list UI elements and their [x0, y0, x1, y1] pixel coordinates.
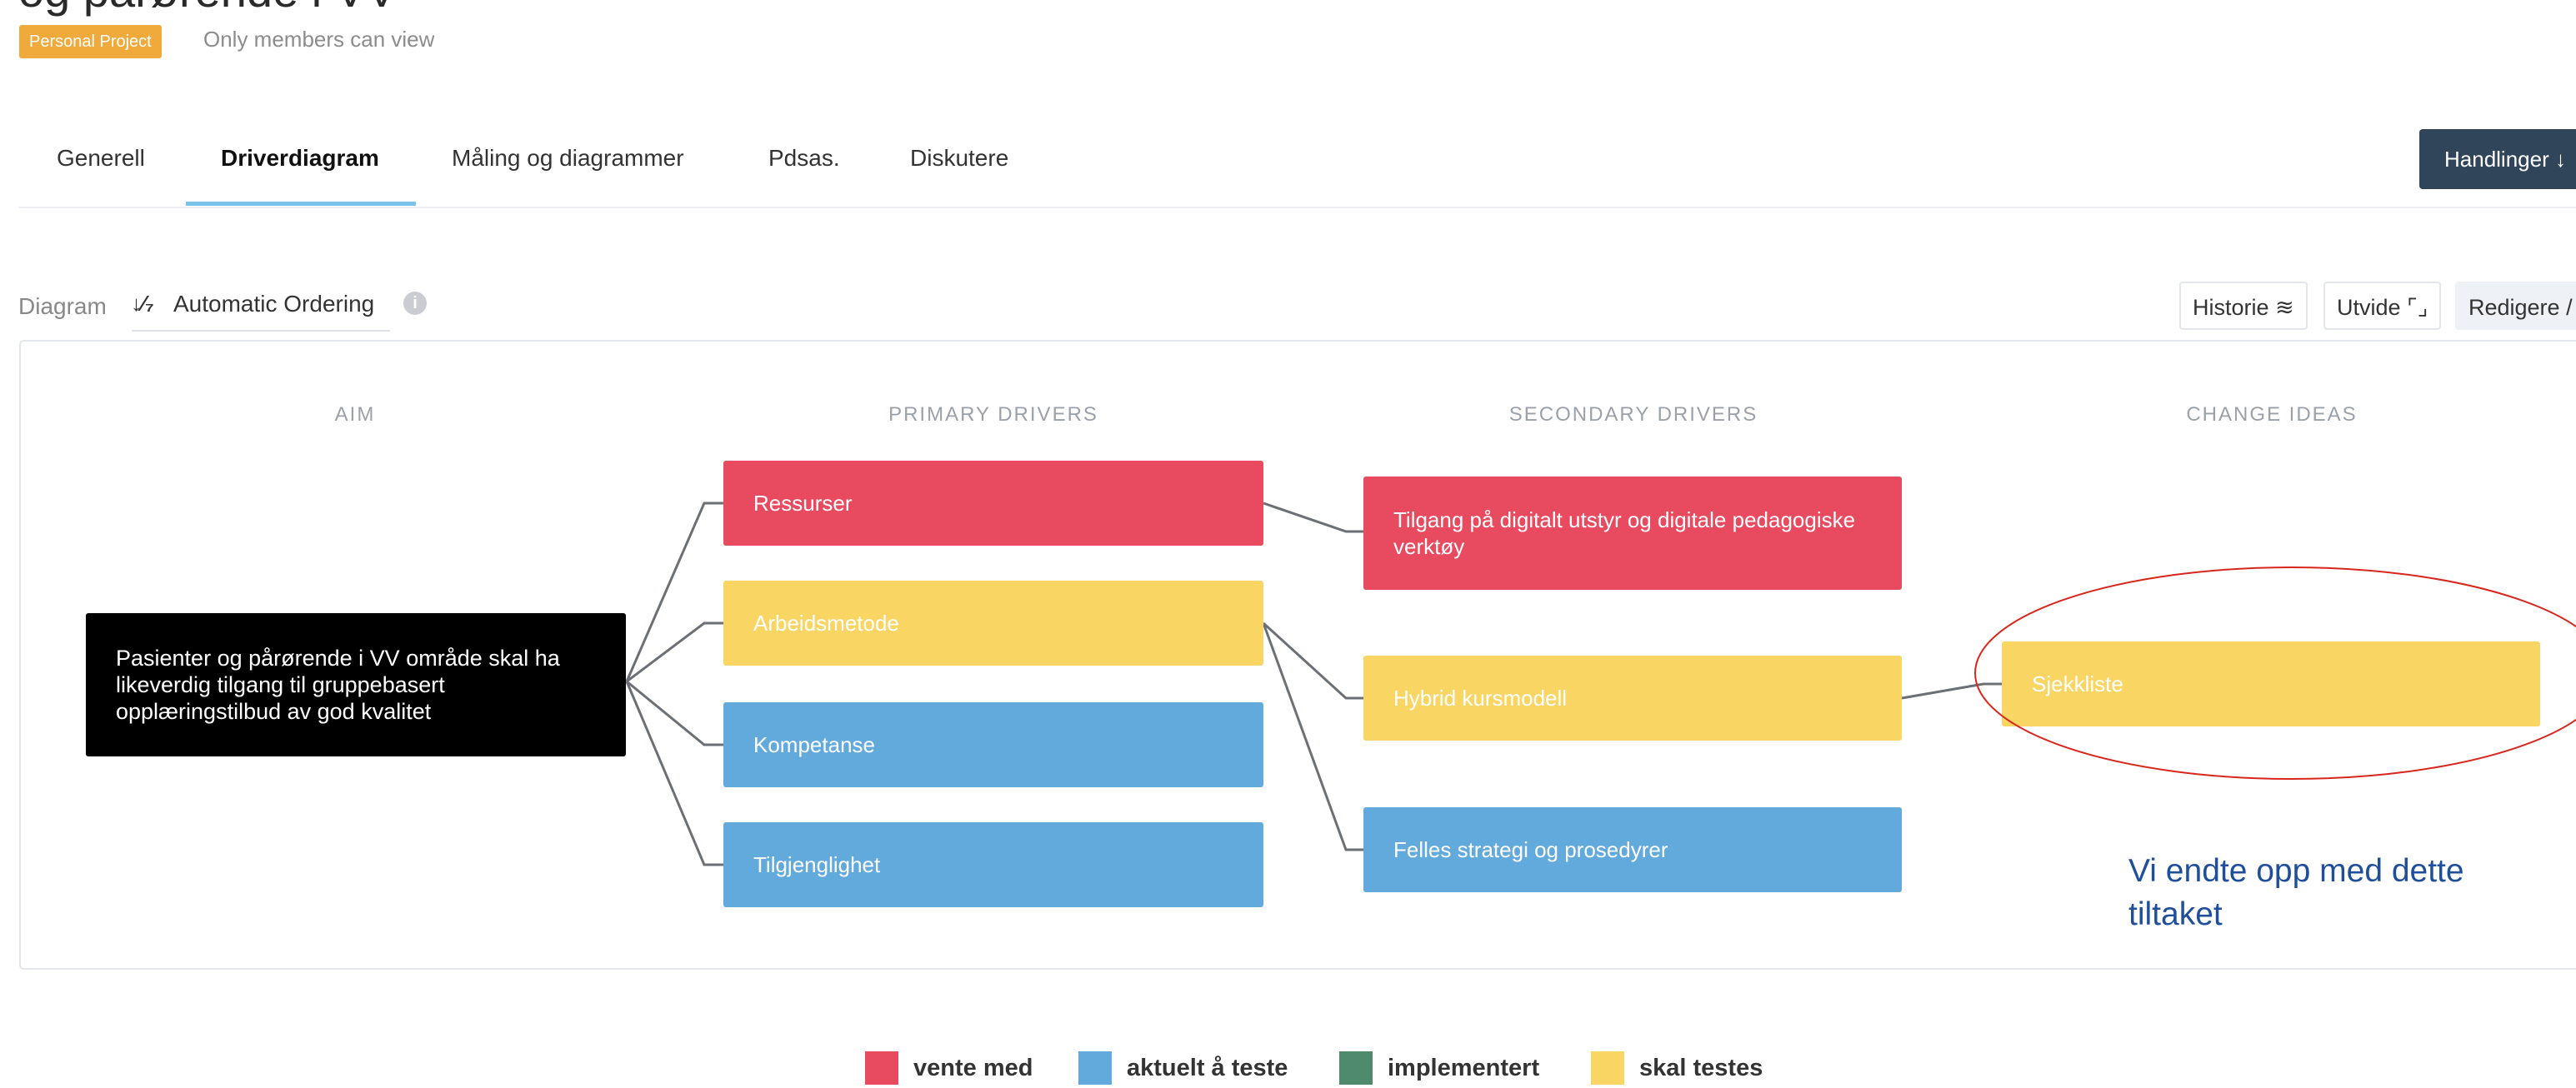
legend-swatch-green	[1339, 1051, 1373, 1085]
annotation-text: Vi endte opp med dette tiltaket	[2128, 853, 2464, 932]
legend-label: aktuelt å teste	[1127, 1054, 1288, 1081]
legend-swatch-yellow	[1591, 1051, 1624, 1085]
legend-swatch-red	[865, 1051, 898, 1085]
legend-swatch-blue	[1078, 1051, 1112, 1085]
legend-skal-testes: skal testes	[1591, 1051, 1763, 1085]
legend-label: implementert	[1388, 1054, 1540, 1081]
legend-aktuelt-a-teste: aktuelt å teste	[1078, 1051, 1288, 1085]
legend-vente-med: vente med	[865, 1051, 1033, 1085]
legend-implementert: implementert	[1339, 1051, 1539, 1085]
legend-label: skal testes	[1639, 1054, 1763, 1081]
legend-label: vente med	[913, 1054, 1033, 1081]
